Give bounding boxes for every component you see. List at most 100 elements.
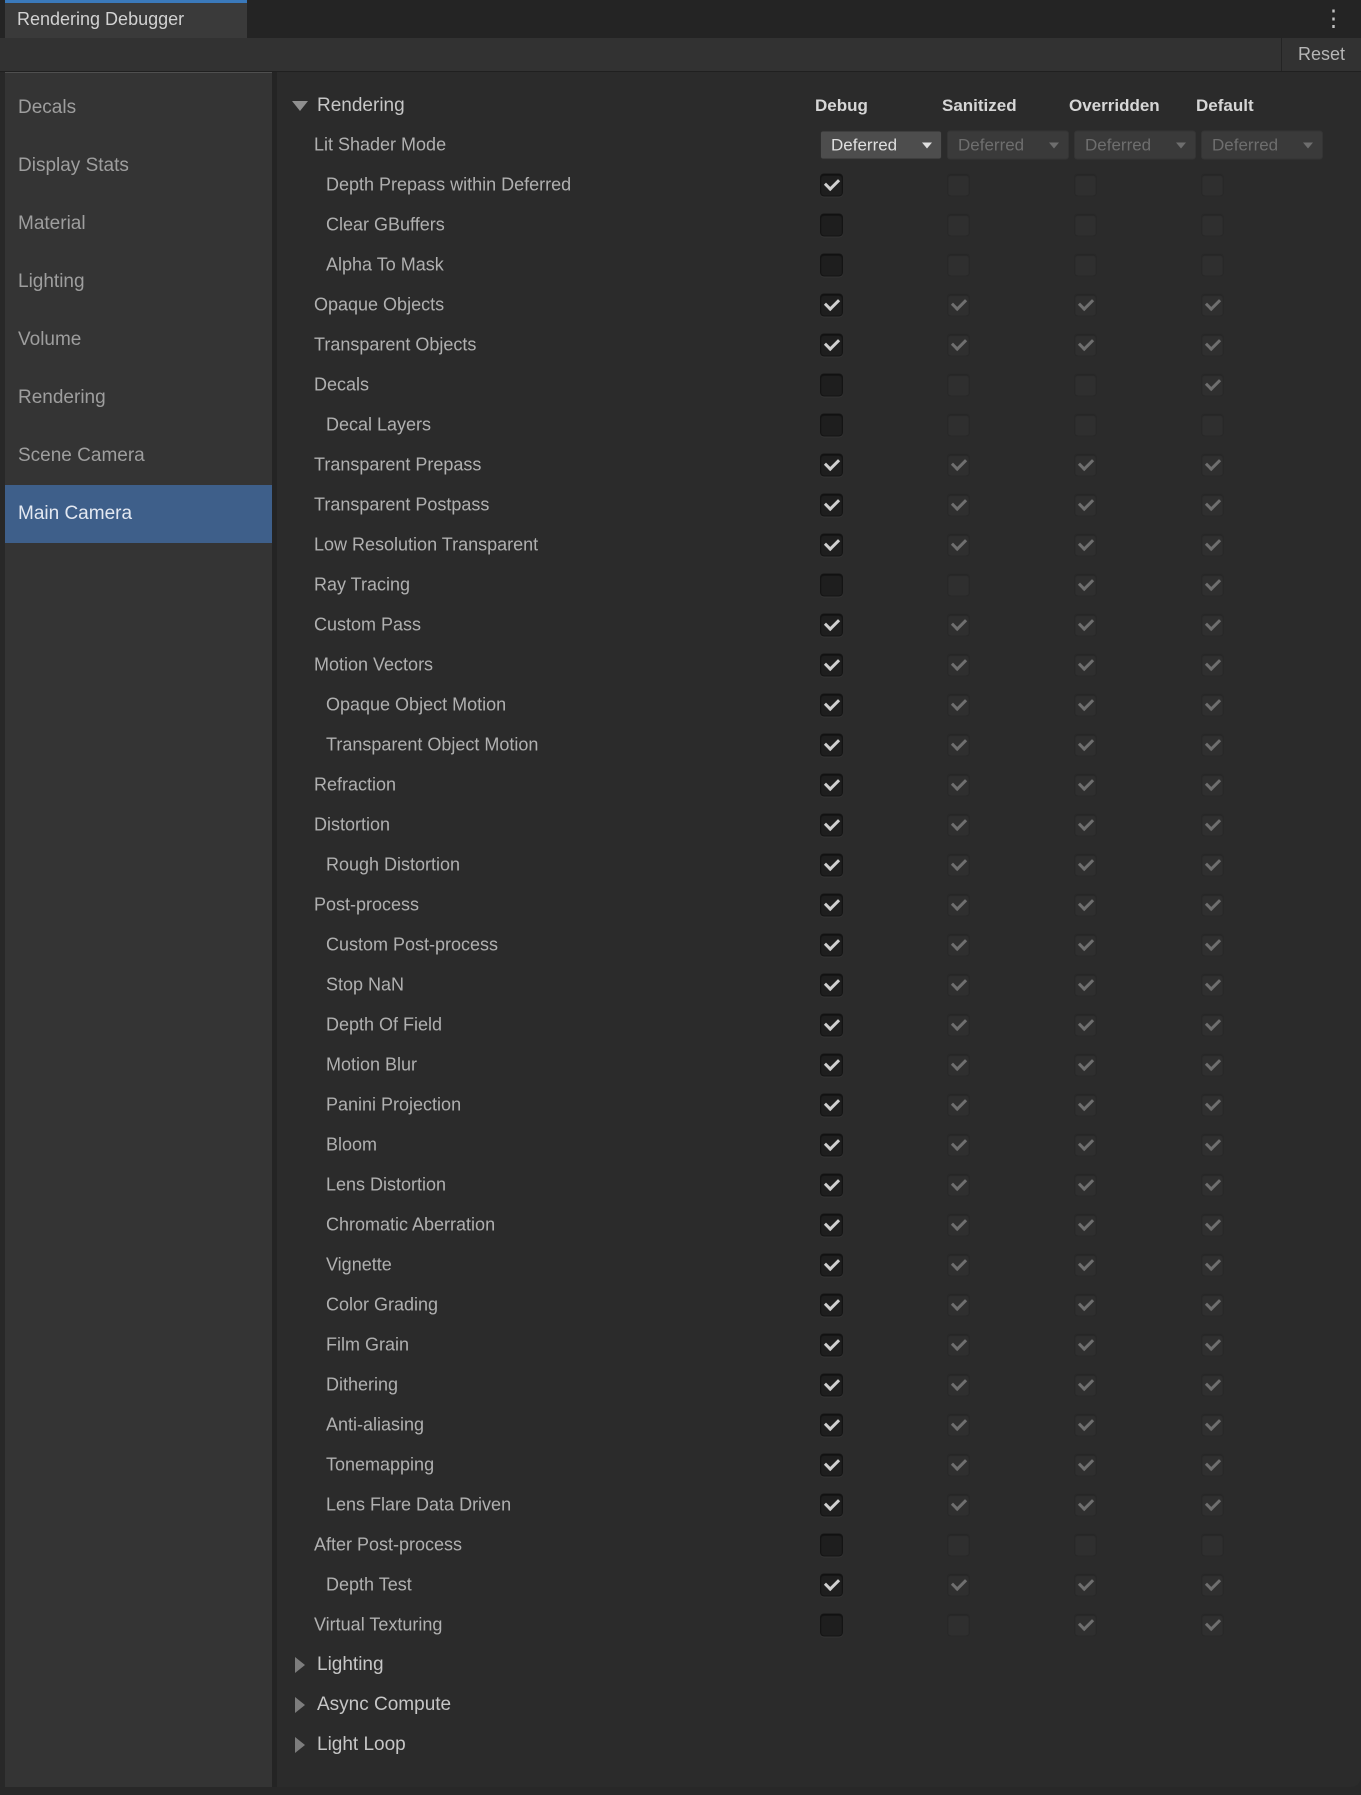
row-label: Decal Layers: [326, 415, 431, 436]
kebab-menu-icon[interactable]: ⋮: [1322, 2, 1345, 34]
rendering-debugger-window: Rendering Debugger ⋮ Reset DecalsDisplay…: [0, 0, 1361, 1795]
debug-checkbox[interactable]: [820, 1014, 843, 1037]
foldout-closed-triangle-icon[interactable]: [295, 1657, 305, 1673]
debug-checkbox[interactable]: [820, 814, 843, 837]
column-header-default: Default: [1196, 96, 1254, 116]
debug-checkbox[interactable]: [820, 854, 843, 877]
debug-checkbox[interactable]: [820, 1414, 843, 1437]
debug-dropdown[interactable]: Deferred: [820, 131, 942, 160]
collapsed-group-lighting[interactable]: Lighting: [277, 1645, 1361, 1685]
titlebar: Rendering Debugger ⋮: [0, 0, 1361, 38]
sidebar-item-scene-camera[interactable]: Scene Camera: [5, 427, 272, 485]
debug-checkbox[interactable]: [820, 1214, 843, 1237]
row-label: Opaque Objects: [314, 295, 444, 316]
foldout-open-triangle-icon[interactable]: [292, 101, 308, 111]
row-label: Alpha To Mask: [326, 255, 444, 276]
window-tab-rendering-debugger[interactable]: Rendering Debugger: [5, 0, 247, 38]
default-checkbox: [1201, 1454, 1224, 1477]
overridden-checkbox: [1074, 1574, 1097, 1597]
debug-checkbox[interactable]: [820, 1294, 843, 1317]
debug-checkbox[interactable]: [820, 1254, 843, 1277]
tree-row-panini-projection: Panini Projection: [277, 1085, 1361, 1125]
debug-checkbox[interactable]: [820, 574, 843, 597]
debug-checkbox[interactable]: [820, 1454, 843, 1477]
sanitized-checkbox: [947, 1334, 970, 1357]
debug-checkbox[interactable]: [820, 1174, 843, 1197]
default-checkbox: [1201, 894, 1224, 917]
debug-checkbox[interactable]: [820, 894, 843, 917]
sanitized-checkbox: [947, 854, 970, 877]
tree-row-depth-of-field: Depth Of Field: [277, 1005, 1361, 1045]
debug-checkbox[interactable]: [820, 614, 843, 637]
overridden-checkbox: [1074, 174, 1097, 197]
overridden-checkbox: [1074, 654, 1097, 677]
default-checkbox: [1201, 814, 1224, 837]
debug-checkbox[interactable]: [820, 1134, 843, 1157]
default-checkbox: [1201, 734, 1224, 757]
row-label: After Post-process: [314, 1535, 462, 1556]
debug-checkbox[interactable]: [820, 334, 843, 357]
sidebar-item-volume[interactable]: Volume: [5, 311, 272, 369]
debug-checkbox[interactable]: [820, 1494, 843, 1517]
debug-checkbox[interactable]: [820, 494, 843, 517]
overridden-checkbox: [1074, 1134, 1097, 1157]
sidebar-item-main-camera[interactable]: Main Camera: [5, 485, 272, 543]
debug-checkbox[interactable]: [820, 294, 843, 317]
sanitized-checkbox: [947, 214, 970, 237]
collapsed-group-async-compute[interactable]: Async Compute: [277, 1685, 1361, 1725]
default-checkbox: [1201, 1574, 1224, 1597]
sidebar-item-lighting[interactable]: Lighting: [5, 253, 272, 311]
debug-checkbox[interactable]: [820, 1094, 843, 1117]
tree-row-transparent-objects: Transparent Objects: [277, 325, 1361, 365]
sanitized-checkbox: [947, 694, 970, 717]
row-label: Color Grading: [326, 1295, 438, 1316]
default-checkbox: [1201, 1134, 1224, 1157]
group-row-rendering[interactable]: RenderingDebugSanitizedOverriddenDefault: [277, 86, 1361, 125]
default-checkbox: [1201, 1094, 1224, 1117]
default-checkbox: [1201, 1014, 1224, 1037]
debug-checkbox[interactable]: [820, 1334, 843, 1357]
debug-checkbox[interactable]: [820, 1054, 843, 1077]
debug-checkbox[interactable]: [820, 974, 843, 997]
overridden-checkbox: [1074, 974, 1097, 997]
reset-button[interactable]: Reset: [1281, 38, 1361, 71]
debug-checkbox[interactable]: [820, 1374, 843, 1397]
default-checkbox: [1201, 974, 1224, 997]
row-label: Stop NaN: [326, 975, 404, 996]
overridden-checkbox: [1074, 574, 1097, 597]
debug-checkbox[interactable]: [820, 374, 843, 397]
sidebar-item-decals[interactable]: Decals: [5, 79, 272, 137]
tree-row-clear-gbuffers: Clear GBuffers: [277, 205, 1361, 245]
debug-checkbox[interactable]: [820, 534, 843, 557]
sidebar-item-display-stats[interactable]: Display Stats: [5, 137, 272, 195]
overridden-checkbox: [1074, 734, 1097, 757]
debug-checkbox[interactable]: [820, 414, 843, 437]
sanitized-checkbox: [947, 1294, 970, 1317]
debug-checkbox[interactable]: [820, 934, 843, 957]
foldout-closed-triangle-icon[interactable]: [295, 1737, 305, 1753]
sanitized-checkbox: [947, 1174, 970, 1197]
debug-checkbox[interactable]: [820, 774, 843, 797]
debug-checkbox[interactable]: [820, 254, 843, 277]
foldout-closed-triangle-icon[interactable]: [295, 1697, 305, 1713]
default-checkbox: [1201, 1214, 1224, 1237]
default-dropdown: Deferred: [1201, 131, 1323, 160]
collapsed-group-light-loop[interactable]: Light Loop: [277, 1725, 1361, 1765]
tree-row-anti-aliasing: Anti-aliasing: [277, 1405, 1361, 1445]
default-checkbox: [1201, 254, 1224, 277]
debug-checkbox[interactable]: [820, 214, 843, 237]
debug-checkbox[interactable]: [820, 694, 843, 717]
debug-checkbox[interactable]: [820, 1534, 843, 1557]
debug-checkbox[interactable]: [820, 1614, 843, 1637]
debug-checkbox[interactable]: [820, 734, 843, 757]
debug-checkbox[interactable]: [820, 654, 843, 677]
debug-checkbox[interactable]: [820, 1574, 843, 1597]
debug-checkbox[interactable]: [820, 174, 843, 197]
sanitized-checkbox: [947, 1014, 970, 1037]
sidebar-item-rendering[interactable]: Rendering: [5, 369, 272, 427]
sidebar-item-material[interactable]: Material: [5, 195, 272, 253]
sanitized-checkbox: [947, 1094, 970, 1117]
debug-checkbox[interactable]: [820, 454, 843, 477]
column-header-debug: Debug: [815, 96, 868, 116]
tree-row-custom-pass: Custom Pass: [277, 605, 1361, 645]
